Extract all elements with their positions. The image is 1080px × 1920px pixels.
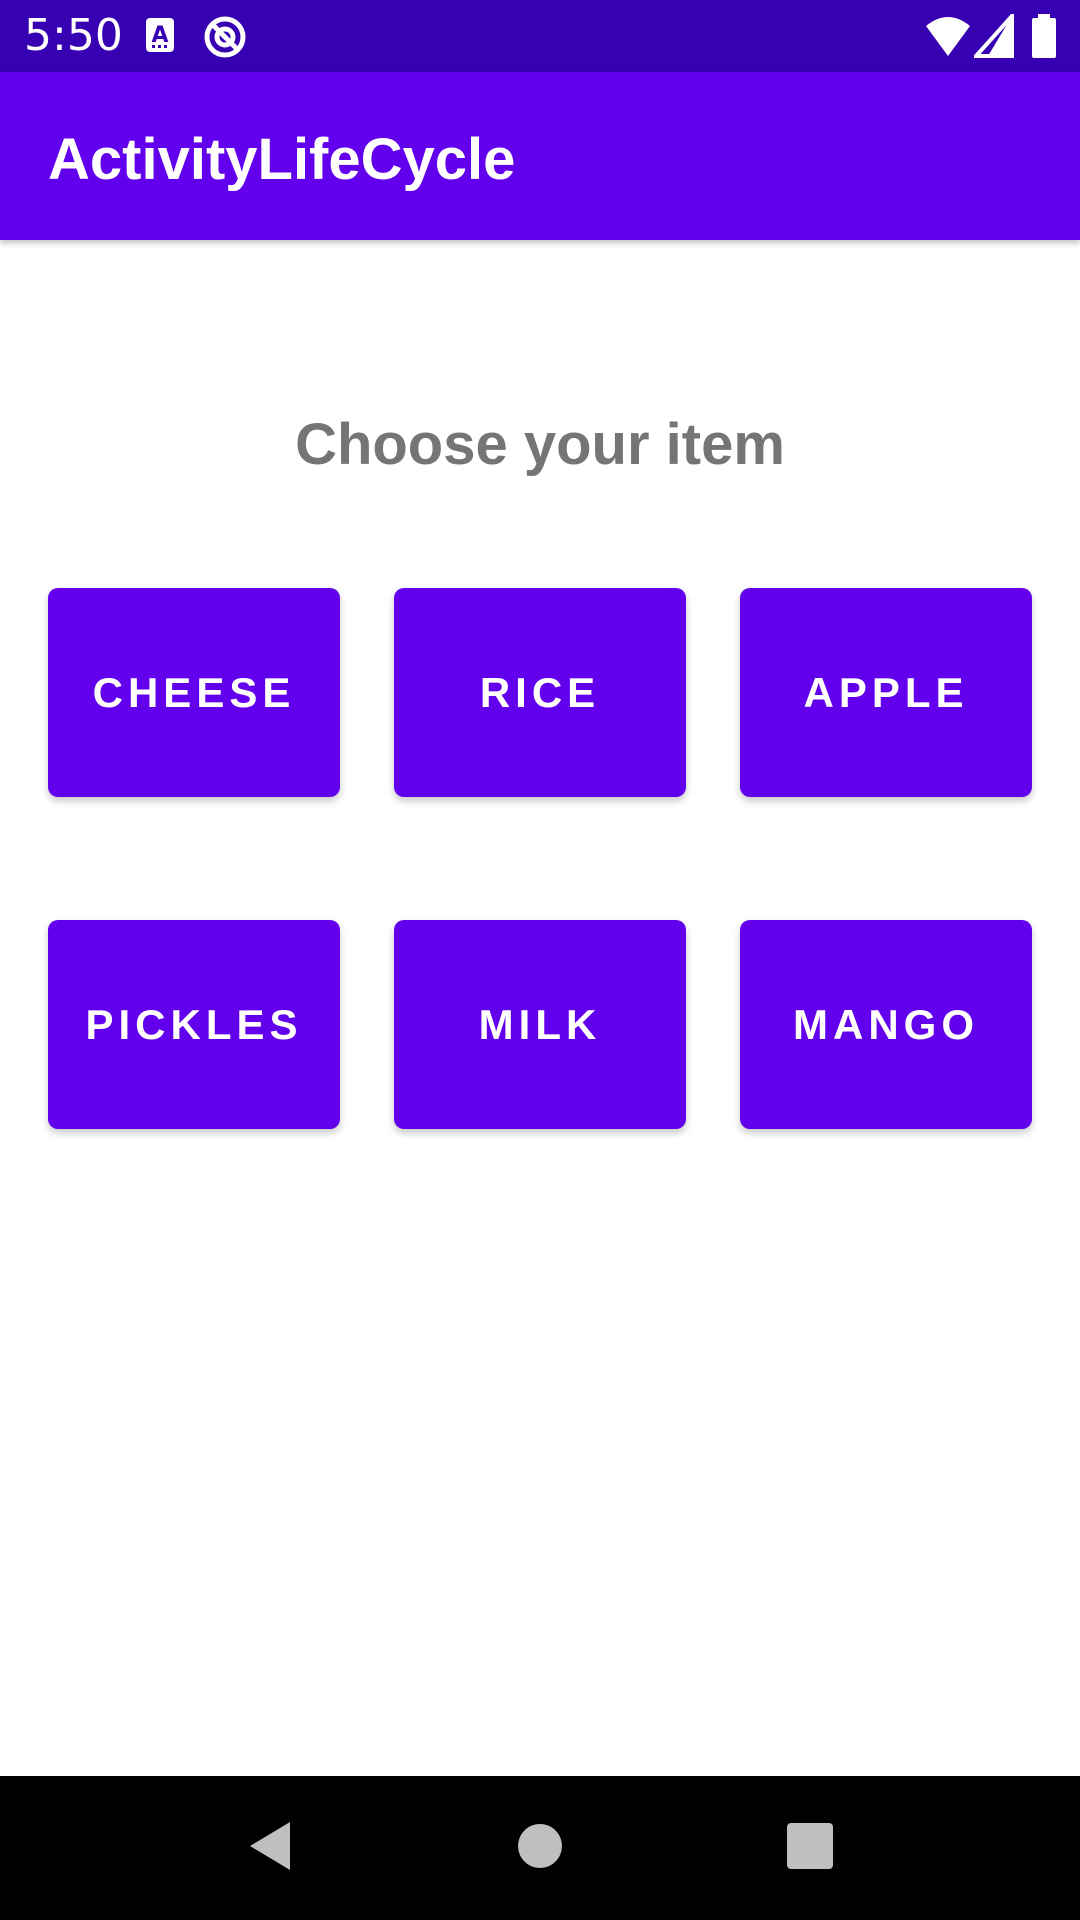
app-bar: ActivityLifeCycle	[0, 72, 1080, 240]
text-input-notification-icon: A	[142, 14, 182, 63]
svg-text:A: A	[151, 23, 168, 48]
wifi-icon	[924, 14, 972, 63]
back-button[interactable]	[198, 1776, 342, 1920]
app-title: ActivityLifeCycle	[48, 127, 516, 192]
status-time: 5:50	[24, 10, 123, 61]
mango-button[interactable]: MANGO	[740, 920, 1032, 1129]
navigation-bar	[0, 1776, 1080, 1920]
home-icon	[517, 1823, 563, 1874]
back-icon	[246, 1820, 294, 1877]
rice-button[interactable]: RICE	[394, 588, 686, 797]
pickles-button[interactable]: PICKLES	[48, 920, 340, 1129]
home-button[interactable]	[468, 1776, 612, 1920]
choose-item-prompt: Choose your item	[295, 412, 785, 477]
recents-icon	[787, 1822, 833, 1874]
status-bar: 5:50 A	[0, 0, 1080, 72]
cellular-signal-icon	[971, 10, 1014, 63]
milk-button[interactable]: MILK	[394, 920, 686, 1129]
cheese-button[interactable]: CHEESE	[48, 588, 340, 797]
recents-button[interactable]	[738, 1776, 882, 1920]
do-not-disturb-icon	[202, 14, 248, 65]
battery-icon	[1030, 14, 1058, 65]
apple-button[interactable]: APPLE	[740, 588, 1032, 797]
